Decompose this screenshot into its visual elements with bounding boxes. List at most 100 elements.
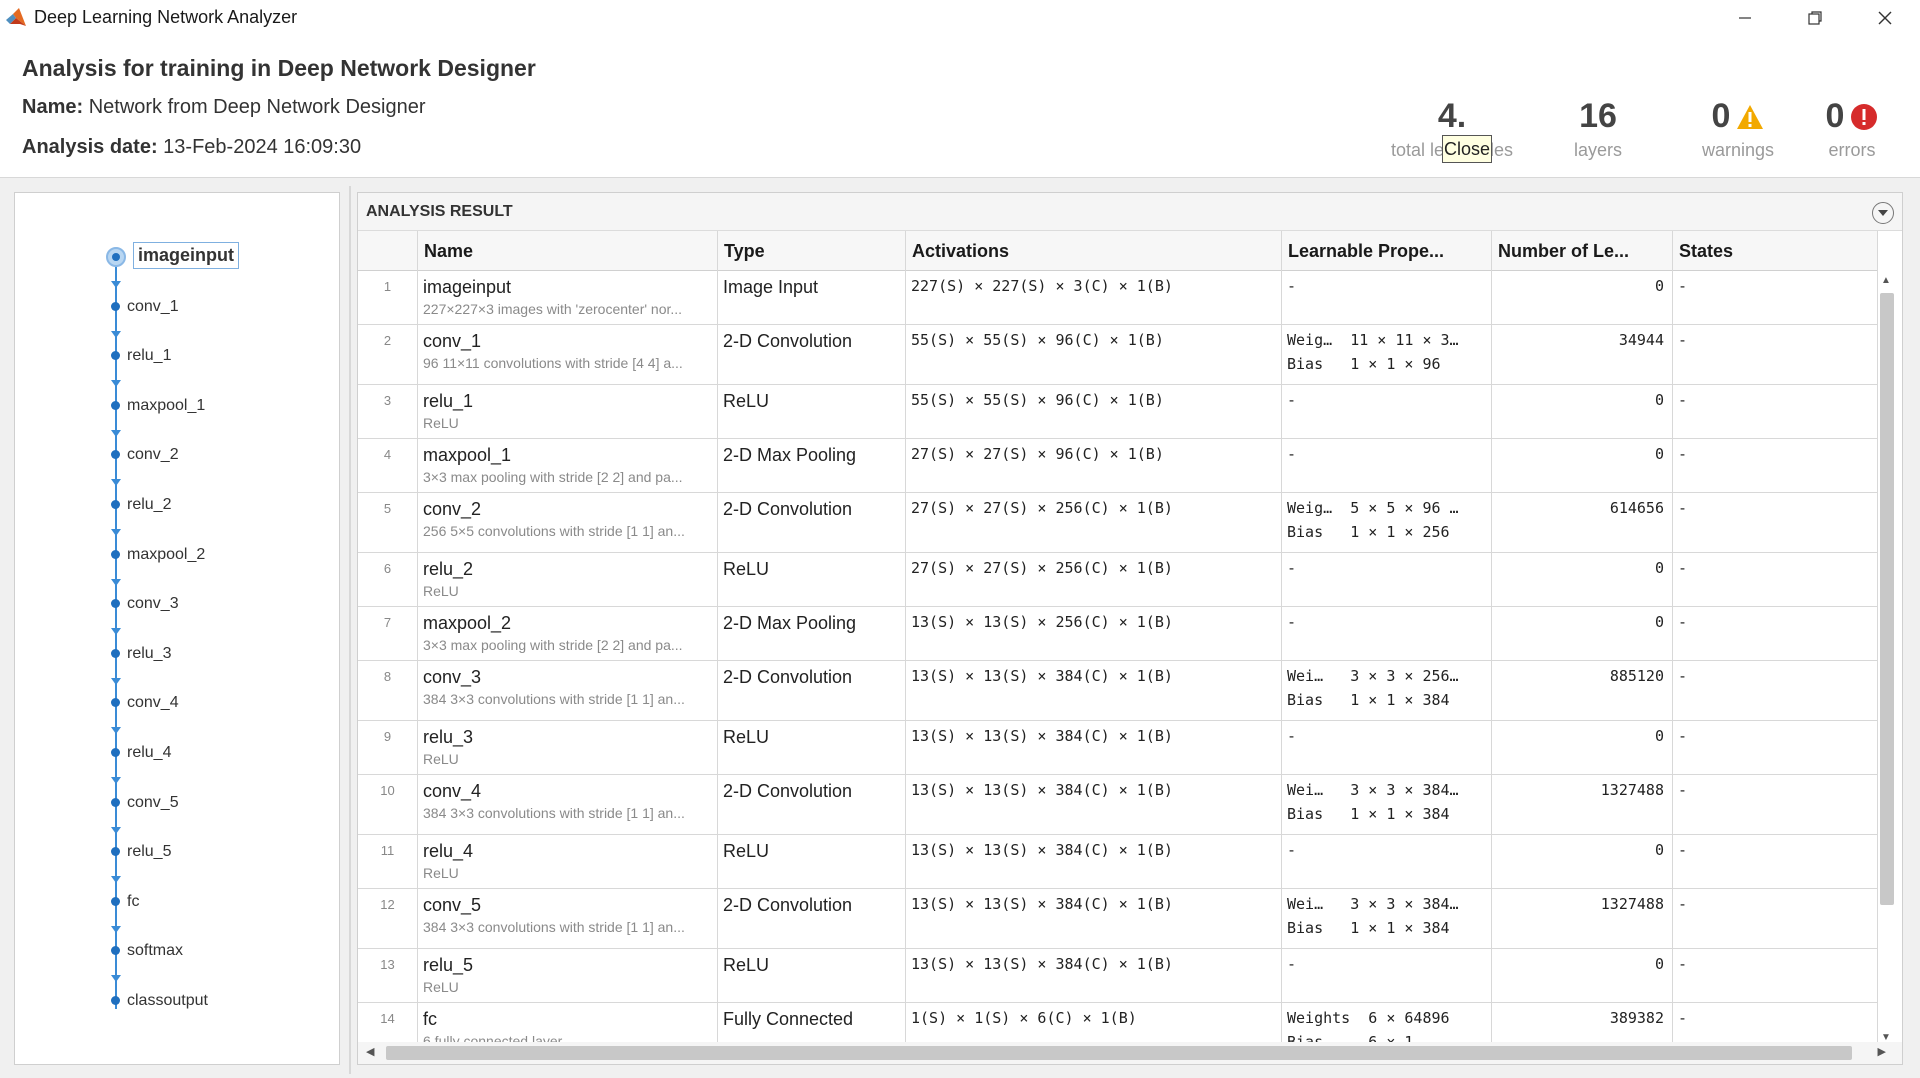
graph-node-fc[interactable]: fc: [15, 890, 335, 933]
layer-description: ReLU: [423, 583, 459, 599]
error-circle-icon: [1851, 103, 1878, 130]
layer-description: 3×3 max pooling with stride [2 2] and pa…: [423, 637, 683, 653]
table-row[interactable]: 13 relu_5 ReLU ReLU 13(S) × 13(S) × 384(C) ×…: [358, 949, 1878, 1003]
row-index: 2: [358, 325, 418, 384]
arrow-down-icon: [111, 330, 121, 338]
layer-description: 3×3 max pooling with stride [2 2] and pa…: [423, 469, 683, 485]
graph-node-label: conv_3: [127, 595, 179, 613]
graph-node-relu_4[interactable]: relu_4: [15, 741, 335, 784]
vertical-scroll-thumb[interactable]: [1880, 293, 1894, 905]
cell-states: -: [1673, 835, 1878, 888]
cell-number-of-learnables: 0: [1492, 949, 1673, 1002]
table-row[interactable]: 11 relu_4 ReLU ReLU 13(S) × 13(S) × 384(C) ×…: [358, 835, 1878, 889]
close-tooltip: Close: [1442, 135, 1492, 163]
scroll-right-icon[interactable]: ▶: [1878, 1045, 1886, 1058]
panel-splitter[interactable]: [349, 186, 351, 1074]
arrow-down-icon: [111, 876, 121, 884]
cell-name: imageinput 227×227×3 images with 'zerocen…: [418, 271, 718, 324]
learnable-entry: -: [1287, 727, 1297, 745]
row-index: 4: [358, 439, 418, 492]
col-type[interactable]: Type: [718, 231, 906, 271]
cell-states: -: [1673, 493, 1878, 552]
cell-activations: 13(S) × 13(S) × 384(C) × 1(B): [906, 835, 1282, 888]
layer-name: imageinput: [423, 277, 512, 297]
learnable-entry: Bias 1 × 1 × 256: [1287, 523, 1450, 541]
table-row[interactable]: 3 relu_1 ReLU ReLU 55(S) × 55(S) × 96(C) × 1…: [358, 385, 1878, 439]
graph-node-relu_2[interactable]: relu_2: [15, 493, 335, 536]
graph-node-conv_2[interactable]: conv_2: [15, 443, 335, 487]
row-index: 10: [358, 775, 418, 834]
col-activations[interactable]: Activations: [906, 231, 1282, 271]
graph-node-relu_3[interactable]: relu_3: [15, 642, 335, 685]
table-header: Name Type Activations Learnable Prope...…: [358, 231, 1878, 271]
node-dot-icon: [111, 599, 120, 609]
close-button[interactable]: [1850, 0, 1920, 35]
graph-node-conv_4[interactable]: conv_4: [15, 691, 335, 735]
vertical-scrollbar[interactable]: ▲ ▼: [1878, 273, 1896, 1045]
col-name[interactable]: Name: [418, 231, 718, 271]
cell-learnables: Wei… 3 × 3 × 256… Bias 1 × 1 × 384: [1282, 661, 1492, 720]
table-row[interactable]: 5 conv_2 256 5×5 convolutions with stride …: [358, 493, 1878, 553]
cell-states: -: [1673, 271, 1878, 324]
cell-activations: 55(S) × 55(S) × 96(C) × 1(B): [906, 325, 1282, 384]
table-row[interactable]: 10 conv_4 384 3×3 convolutions with stride…: [358, 775, 1878, 835]
graph-node-conv_1[interactable]: conv_1: [15, 295, 335, 338]
table-row[interactable]: 4 maxpool_1 3×3 max pooling with stride [2…: [358, 439, 1878, 493]
col-index: [358, 231, 418, 271]
horizontal-scrollbar[interactable]: ◀ ▶: [358, 1042, 1902, 1064]
arrow-down-icon: [111, 826, 121, 834]
cell-name: conv_5 384 3×3 convolutions with stride […: [418, 889, 718, 948]
graph-node-maxpool_2[interactable]: maxpool_2: [15, 543, 335, 586]
name-value: Network from Deep Network Designer: [88, 96, 426, 118]
col-number-of-learnables[interactable]: Number of Le...: [1492, 231, 1673, 271]
cell-type: ReLU: [718, 721, 906, 774]
graph-node-softmax[interactable]: softmax: [15, 939, 335, 983]
stat-warnings: 0 warnings: [1694, 97, 1782, 161]
layer-name: fc: [423, 1009, 438, 1029]
collapse-panel-button[interactable]: [1872, 202, 1894, 224]
cell-name: relu_4 ReLU: [418, 835, 718, 888]
table-row[interactable]: 9 relu_3 ReLU ReLU 13(S) × 13(S) × 384(C) × …: [358, 721, 1878, 775]
cell-type: ReLU: [718, 949, 906, 1002]
scroll-up-icon[interactable]: ▲: [1881, 275, 1891, 286]
layer-name: conv_1: [423, 331, 482, 351]
graph-node-classoutput[interactable]: classoutput: [15, 989, 335, 1013]
graph-node-relu_5[interactable]: relu_5: [15, 840, 335, 884]
row-index: 7: [358, 607, 418, 660]
table-row[interactable]: 7 maxpool_2 3×3 max pooling with stride [2…: [358, 607, 1878, 661]
table-row[interactable]: 8 conv_3 384 3×3 convolutions with stride …: [358, 661, 1878, 721]
graph-node-imageinput[interactable]: imageinput: [15, 242, 335, 288]
stat-layers: 16 layers: [1560, 97, 1636, 161]
cell-number-of-learnables: 0: [1492, 835, 1673, 888]
cell-activations: 27(S) × 27(S) × 256(C) × 1(B): [906, 553, 1282, 606]
cell-states: -: [1673, 721, 1878, 774]
learnable-entry: Wei… 3 × 3 × 384…: [1287, 895, 1459, 913]
horizontal-scroll-thumb[interactable]: [386, 1046, 1852, 1060]
cell-learnables: Weig… 11 × 11 × 3… Bias 1 × 1 × 96: [1282, 325, 1492, 384]
col-learnable-properties[interactable]: Learnable Prope...: [1282, 231, 1492, 271]
learnable-entry: Weig… 11 × 11 × 3…: [1287, 331, 1459, 349]
node-dot-icon: [111, 896, 120, 906]
table-row[interactable]: 1 imageinput 227×227×3 images with 'zeroce…: [358, 271, 1878, 325]
graph-node-conv_5[interactable]: conv_5: [15, 791, 335, 834]
table-row[interactable]: 2 conv_1 96 11×11 convolutions with stride…: [358, 325, 1878, 385]
network-graph-panel[interactable]: imageinput conv_1 relu_1 maxpool_1 conv_2rel…: [14, 192, 340, 1065]
scroll-left-icon[interactable]: ◀: [366, 1045, 374, 1058]
row-index: 5: [358, 493, 418, 552]
table-row[interactable]: 6 relu_2 ReLU ReLU 27(S) × 27(S) × 256(C) × …: [358, 553, 1878, 607]
cell-learnables: -: [1282, 721, 1492, 774]
graph-node-conv_3[interactable]: conv_3: [15, 592, 335, 636]
cell-type: ReLU: [718, 835, 906, 888]
minimize-button[interactable]: [1710, 0, 1780, 35]
table-row[interactable]: 12 conv_5 384 3×3 convolutions with stride…: [358, 889, 1878, 949]
cell-activations: 13(S) × 13(S) × 384(C) × 1(B): [906, 775, 1282, 834]
col-states[interactable]: States: [1673, 231, 1878, 271]
cell-number-of-learnables: 0: [1492, 439, 1673, 492]
cell-type: 2-D Convolution: [718, 889, 906, 948]
cell-activations: 13(S) × 13(S) × 384(C) × 1(B): [906, 721, 1282, 774]
arrow-down-icon: [111, 529, 121, 536]
restore-button[interactable]: [1780, 0, 1850, 35]
graph-node-maxpool_1[interactable]: maxpool_1: [15, 394, 335, 437]
row-index: 11: [358, 835, 418, 888]
graph-node-relu_1[interactable]: relu_1: [15, 344, 335, 388]
